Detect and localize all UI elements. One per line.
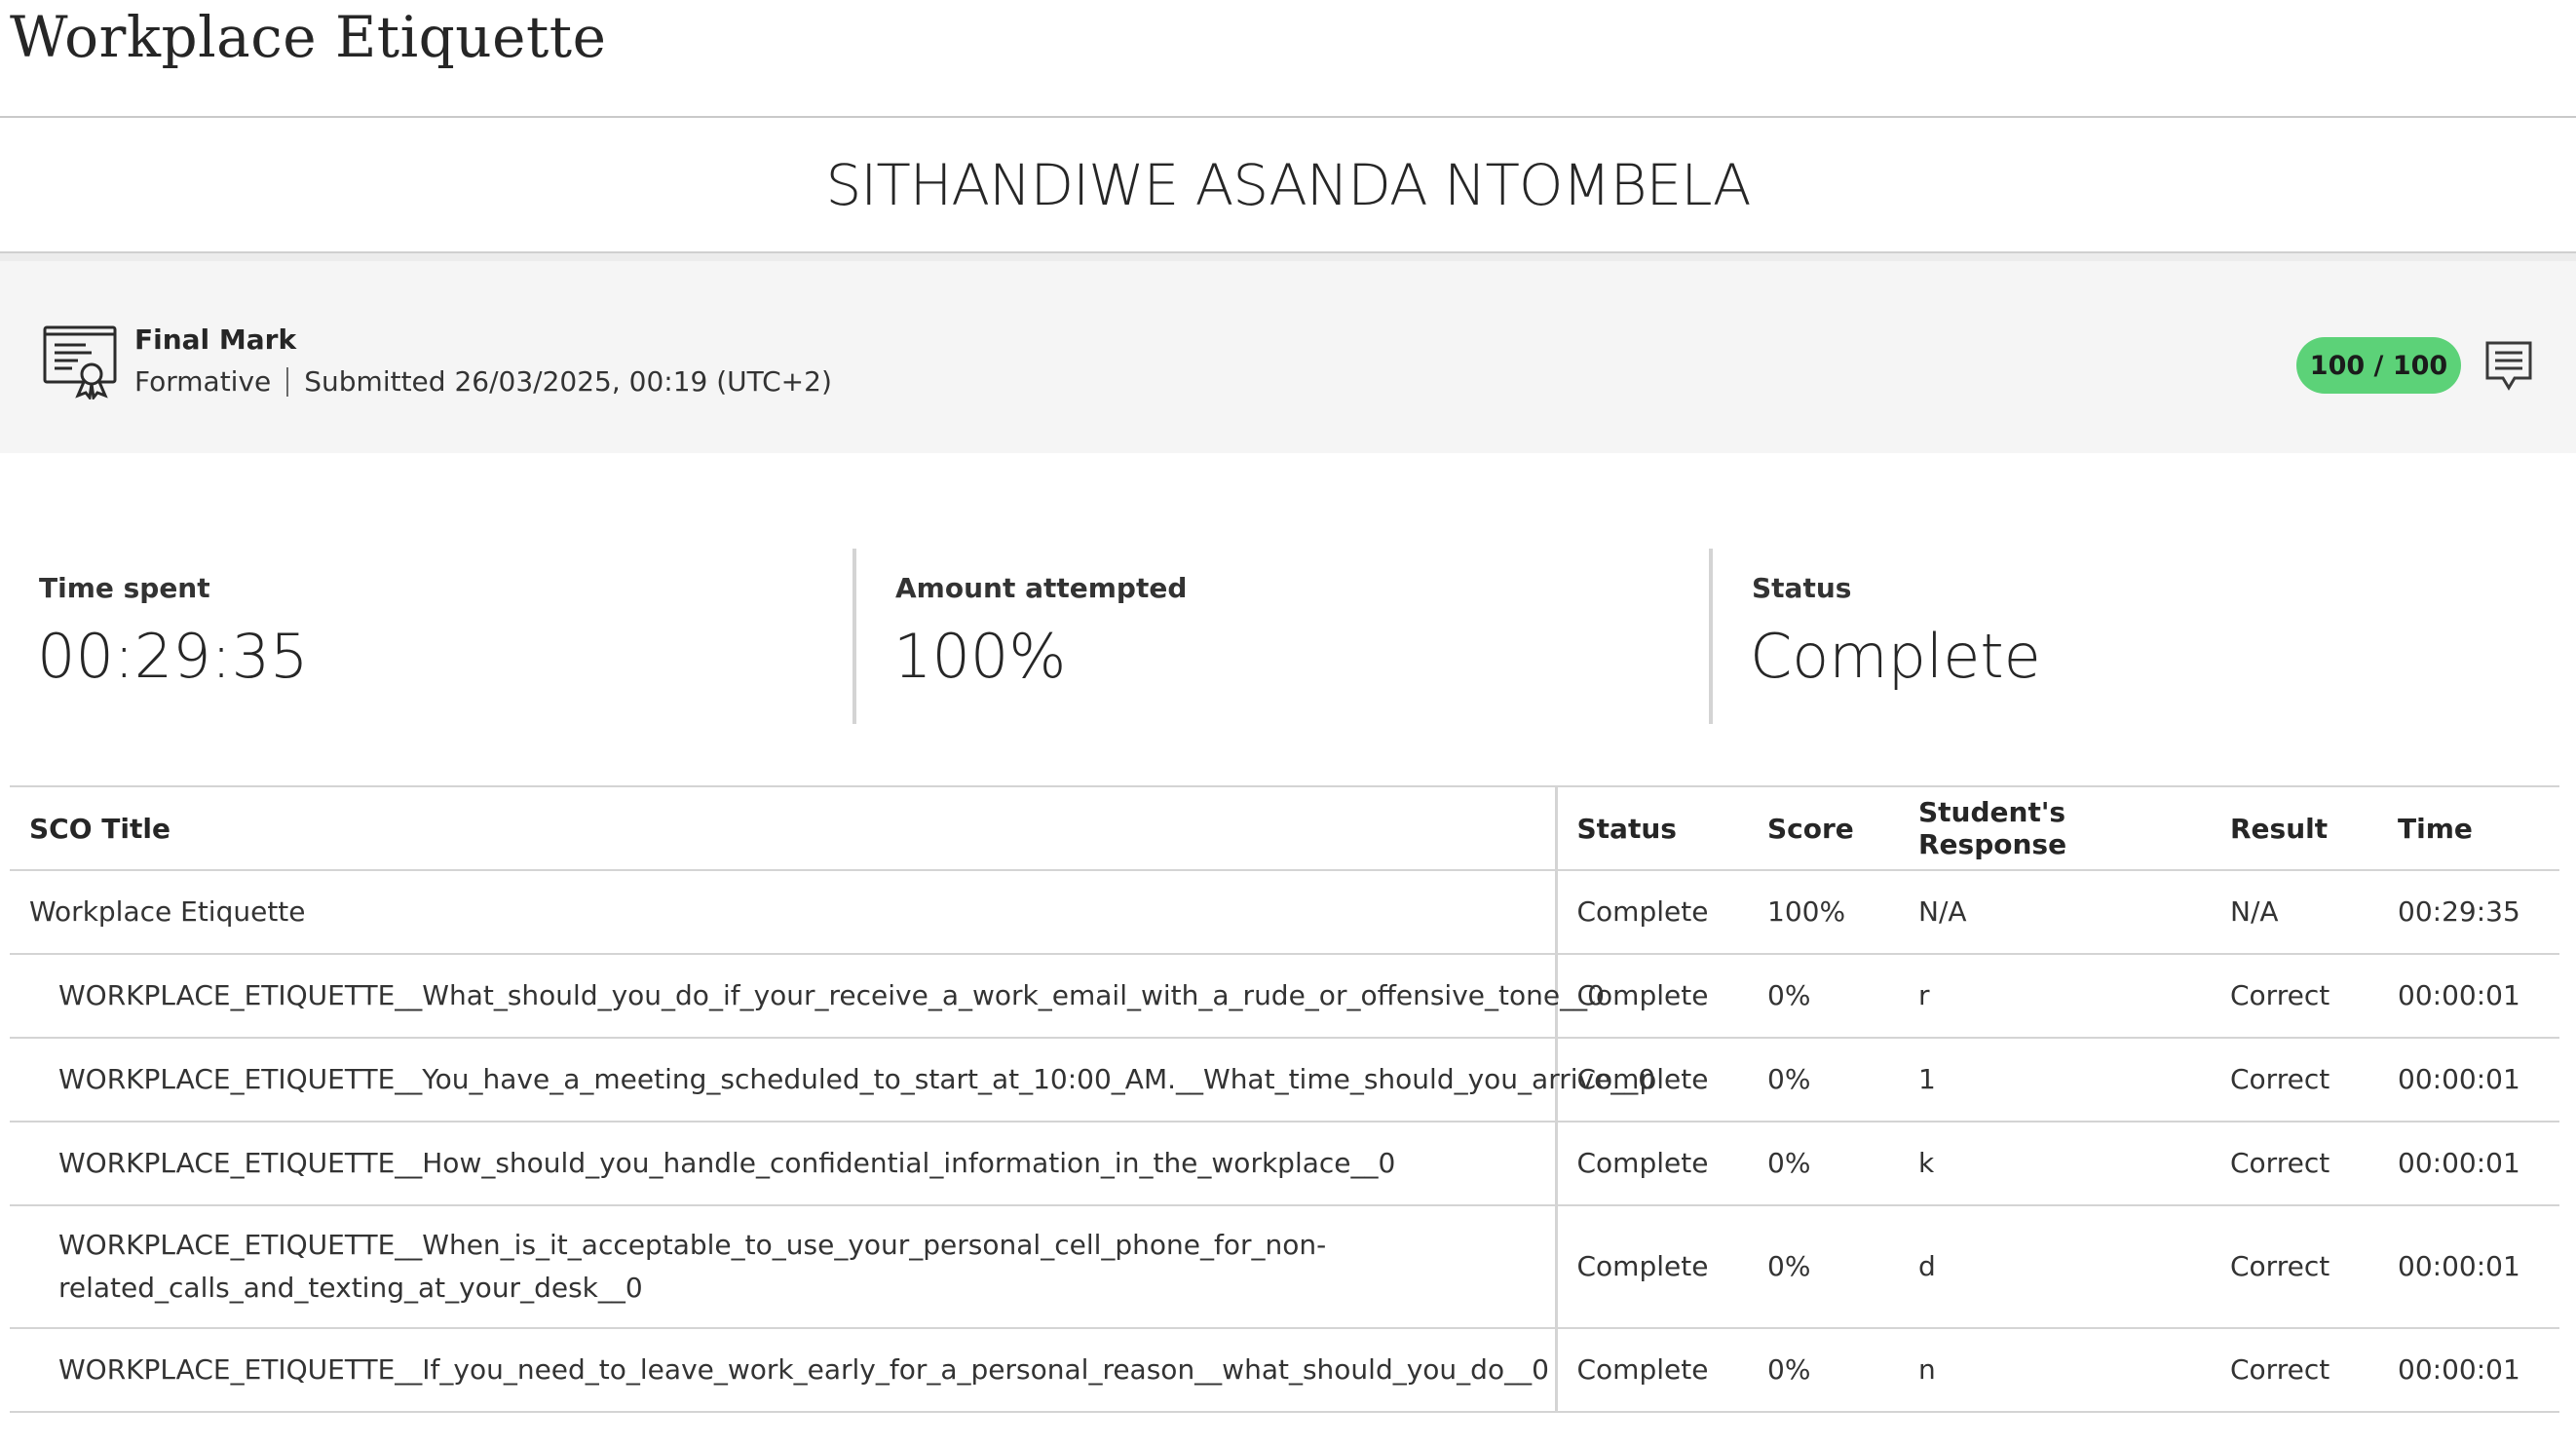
feedback-icon[interactable] [2483, 339, 2534, 392]
stat-divider [852, 549, 856, 724]
column-header-score: Score [1767, 812, 1854, 845]
time-cell: 00:29:35 [2398, 895, 2520, 928]
status-cell: Complete [1576, 895, 1709, 928]
sco-title-cell: WORKPLACE_ETIQUETTE__If_you_need_to_leav… [10, 1328, 1558, 1412]
score-cell: 0% [1767, 1147, 1811, 1179]
time-spent-label: Time spent [39, 572, 210, 604]
page-title: Workplace Etiquette [10, 4, 607, 70]
status-cell: Complete [1576, 1353, 1709, 1386]
time-spent-value: 00:29:35 [37, 621, 309, 692]
sco-title-cell: WORKPLACE_ETIQUETTE__When_is_it_acceptab… [10, 1205, 1558, 1328]
score-cell: 0% [1767, 1250, 1811, 1282]
result-cell: Correct [2230, 1250, 2330, 1282]
time-cell: 00:00:01 [2398, 1250, 2520, 1282]
status-stat: Status Complete [1750, 549, 2551, 724]
sco-results-table: SCO Title Status Score Student's Respons… [10, 785, 2559, 1413]
response-cell: d [1918, 1250, 1936, 1282]
status-cell: Complete [1576, 1250, 1709, 1282]
final-mark-panel: Final Mark Formative Submitted 26/03/202… [0, 253, 2576, 453]
table-row: WORKPLACE_ETIQUETTE__You_have_a_meeting_… [10, 1038, 2559, 1122]
result-cell: N/A [2230, 895, 2279, 928]
time-spent-stat: Time spent 00:29:35 [37, 549, 838, 724]
time-cell: 00:00:01 [2398, 1147, 2520, 1179]
score-cell: 100% [1767, 895, 1846, 928]
final-mark-label: Final Mark [134, 323, 297, 356]
sco-title-line: related_calls_and_texting_at_your_desk__… [58, 1272, 643, 1304]
sco-title-cell: WORKPLACE_ETIQUETTE__How_should_you_hand… [10, 1122, 1558, 1205]
result-cell: Correct [2230, 1063, 2330, 1095]
status-label: Status [1752, 572, 1852, 604]
assessment-type: Formative [134, 365, 272, 398]
meta-separator [286, 366, 289, 397]
sco-title-cell: WORKPLACE_ETIQUETTE__What_should_you_do_… [10, 954, 1605, 1038]
status-cell: Complete [1576, 1063, 1709, 1095]
table-header-row: SCO Title Status Score Student's Respons… [10, 786, 2559, 870]
response-cell: n [1918, 1353, 1936, 1386]
sco-title-cell: WORKPLACE_ETIQUETTE__You_have_a_meeting_… [10, 1038, 1655, 1122]
sco-title-cell: Workplace Etiquette [10, 870, 1558, 954]
submission-date: Submitted 26/03/2025, 00:19 (UTC+2) [304, 365, 832, 398]
table-row: WORKPLACE_ETIQUETTE__If_you_need_to_leav… [10, 1328, 2559, 1412]
score-cell: 0% [1767, 979, 1811, 1011]
sco-title-line: WORKPLACE_ETIQUETTE__When_is_it_acceptab… [58, 1229, 1327, 1261]
final-mark-meta: Formative Submitted 26/03/2025, 00:19 (U… [134, 365, 832, 398]
response-cell: N/A [1918, 895, 1967, 928]
status-value: Complete [1750, 621, 2041, 692]
table-row: WORKPLACE_ETIQUETTE__What_should_you_do_… [10, 954, 2559, 1038]
time-cell: 00:00:01 [2398, 1063, 2520, 1095]
time-cell: 00:00:01 [2398, 979, 2520, 1011]
stat-divider [1709, 549, 1713, 724]
score-cell: 0% [1767, 1353, 1811, 1386]
column-header-response: Student's Response [1918, 796, 2067, 860]
response-cell: r [1918, 979, 1930, 1011]
certificate-icon [43, 325, 117, 400]
score-cell: 0% [1767, 1063, 1811, 1095]
table-row: WORKPLACE_ETIQUETTE__How_should_you_hand… [10, 1122, 2559, 1205]
column-header-sco-title: SCO Title [10, 786, 1558, 870]
amount-attempted-stat: Amount attempted 100% [893, 549, 1694, 724]
table-row: Workplace Etiquette Complete 100% N/A N/… [10, 870, 2559, 954]
column-header-status: Status [1576, 812, 1677, 845]
column-header-result: Result [2230, 812, 2329, 845]
result-cell: Correct [2230, 979, 2330, 1011]
result-cell: Correct [2230, 1147, 2330, 1179]
student-name: SITHANDIWE ASANDA NTOMBELA [825, 151, 1751, 218]
amount-attempted-label: Amount attempted [895, 572, 1188, 604]
time-cell: 00:00:01 [2398, 1353, 2520, 1386]
amount-attempted-value: 100% [893, 621, 1067, 692]
table-row: WORKPLACE_ETIQUETTE__When_is_it_acceptab… [10, 1205, 2559, 1328]
response-cell: k [1918, 1147, 1935, 1179]
column-header-time: Time [2398, 812, 2473, 845]
status-cell: Complete [1576, 979, 1709, 1011]
score-badge: 100 / 100 [2296, 337, 2461, 394]
response-cell: 1 [1918, 1063, 1936, 1095]
result-cell: Correct [2230, 1353, 2330, 1386]
status-cell: Complete [1576, 1147, 1709, 1179]
